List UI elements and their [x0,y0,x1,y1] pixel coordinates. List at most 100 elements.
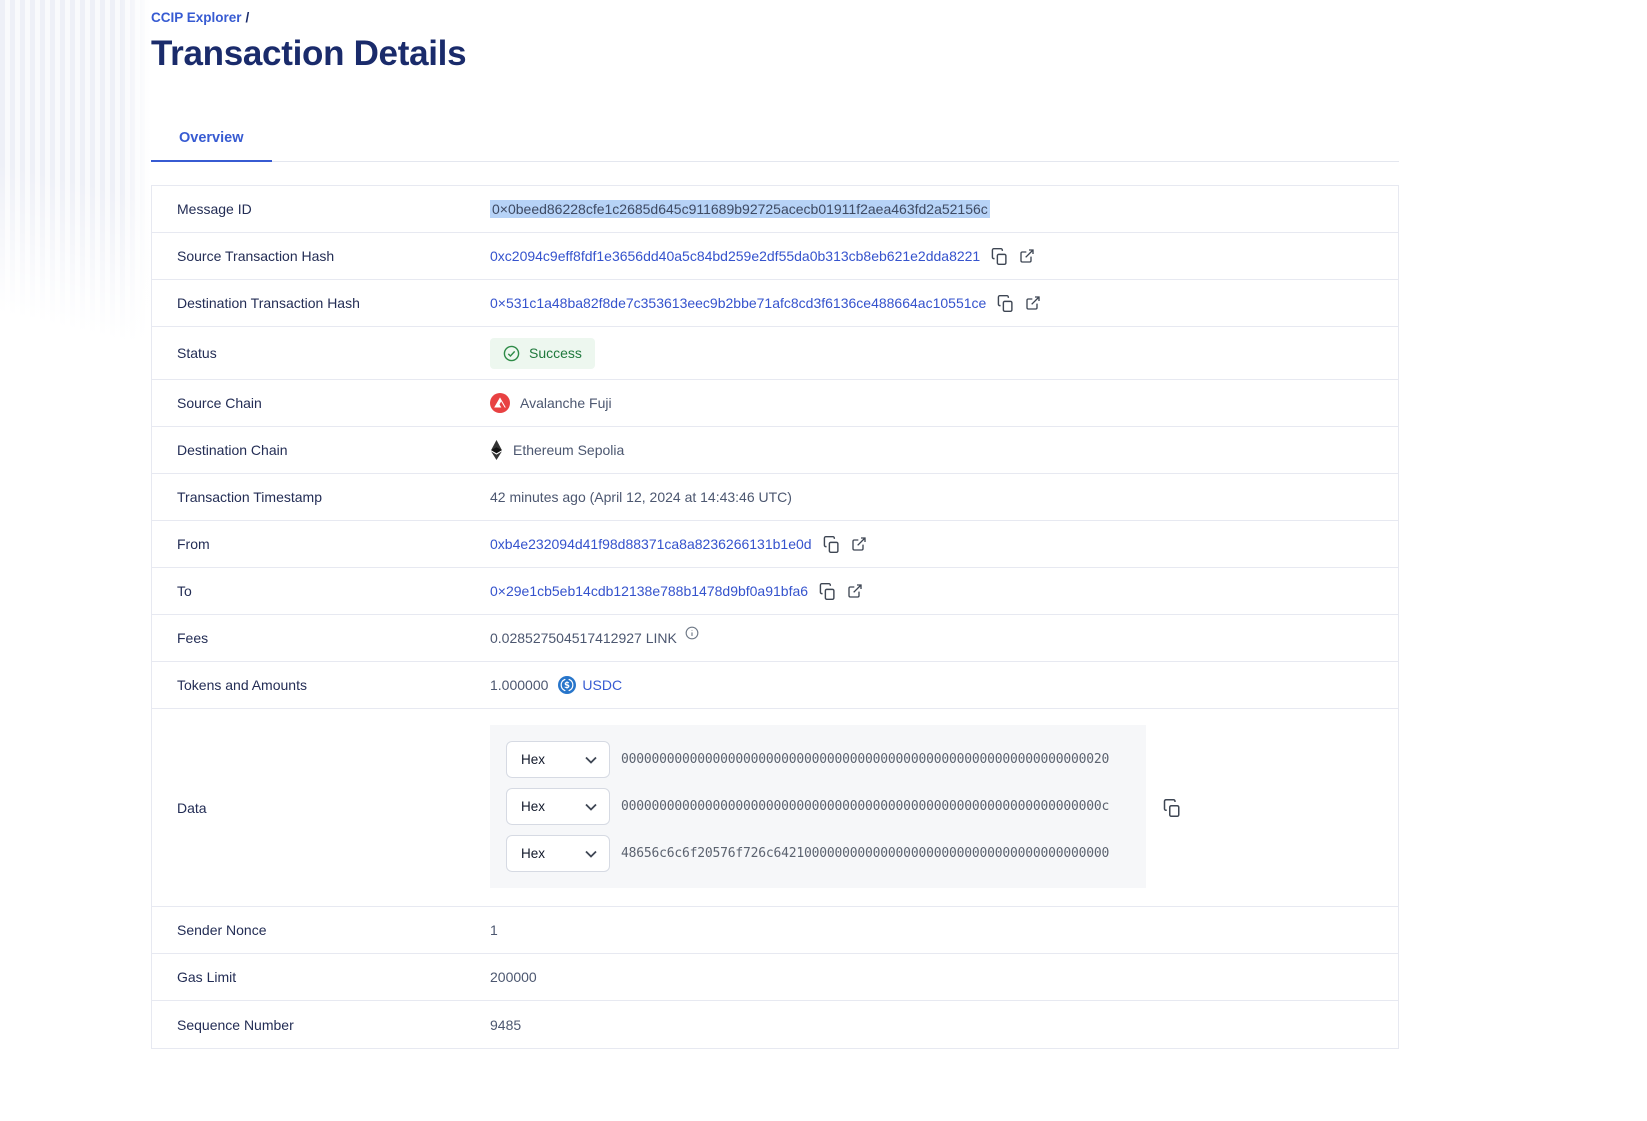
timestamp-value: 42 minutes ago (April 12, 2024 at 14:43:… [490,489,792,505]
row-label: Sequence Number [152,1017,490,1033]
copy-data-button[interactable] [1163,799,1181,817]
row-value: 0×29e1cb5eb14cdb12138e788b1478d9bf0a91bf… [490,583,863,600]
token-symbol: USDC [582,677,622,693]
external-link-button[interactable] [851,536,867,552]
table-row-dest-chain: Destination Chain Ethereum Sepolia [152,427,1398,474]
data-line: Hex 000000000000000000000000000000000000… [506,741,1130,778]
data-format-select[interactable]: Hex [506,835,610,872]
row-value: 0×531c1a48ba82f8de7c353613eec9b2bbe71afc… [490,295,1041,312]
table-row-sender-nonce: Sender Nonce 1 [152,907,1398,954]
table-row-fees: Fees 0.028527504517412927 LINK [152,615,1398,662]
row-label: Source Transaction Hash [152,248,490,264]
external-link-button[interactable] [847,583,863,599]
table-row-gas-limit: Gas Limit 200000 [152,954,1398,1001]
table-row-message-id: Message ID 0×0beed86228cfe1c2685d645c911… [152,186,1398,233]
chevron-down-icon [585,850,597,858]
row-label: Destination Transaction Hash [152,295,490,311]
transaction-detail-table: Message ID 0×0beed86228cfe1c2685d645c911… [151,185,1399,1049]
chevron-down-icon [585,803,597,811]
row-label: Fees [152,630,490,646]
copy-icon [1163,799,1181,817]
data-line: Hex 000000000000000000000000000000000000… [506,788,1130,825]
to-address-link[interactable]: 0×29e1cb5eb14cdb12138e788b1478d9bf0a91bf… [490,583,808,599]
tab-overview[interactable]: Overview [151,118,272,162]
transaction-details-page: CCIP Explorer/ Transaction Details Overv… [151,0,1399,1049]
row-label: Status [152,345,490,361]
data-line: Hex 48656c6c6f20576f726c6421000000000000… [506,835,1130,872]
gas-limit-value: 200000 [490,969,537,985]
row-label: Gas Limit [152,969,490,985]
avalanche-icon [490,393,510,413]
table-row-from: From 0xb4e232094d41f98d88371ca8a82362661… [152,521,1398,568]
data-hex-line: 0000000000000000000000000000000000000000… [621,799,1109,814]
copy-icon [991,248,1008,265]
copy-icon [819,583,836,600]
table-row-timestamp: Transaction Timestamp 42 minutes ago (Ap… [152,474,1398,521]
dest-tx-hash-link[interactable]: 0×531c1a48ba82f8de7c353613eec9b2bbe71afc… [490,295,986,311]
row-label: Sender Nonce [152,922,490,938]
status-badge: Success [490,338,595,369]
token-link[interactable]: $ USDC [558,676,622,694]
row-label: Data [152,800,490,816]
row-label: From [152,536,490,552]
check-circle-icon [503,345,520,362]
table-row-to: To 0×29e1cb5eb14cdb12138e788b1478d9bf0a9… [152,568,1398,615]
row-label: Tokens and Amounts [152,677,490,693]
copy-button[interactable] [991,248,1008,265]
copy-icon [823,536,840,553]
row-value: 0xb4e232094d41f98d88371ca8a8236266131b1e… [490,536,867,553]
source-tx-hash-link[interactable]: 0xc2094c9eff8fdf1e3656dd40a5c84bd259e2df… [490,248,980,264]
breadcrumb: CCIP Explorer/ [151,0,1399,25]
table-row-status: Status Success [152,327,1398,380]
row-value: Hex 000000000000000000000000000000000000… [490,709,1181,906]
data-format-select[interactable]: Hex [506,788,610,825]
table-row-data: Data Hex 0000000000000000000000000000000… [152,709,1398,907]
data-format-select[interactable]: Hex [506,741,610,778]
row-value: Success [490,338,595,369]
data-format-value: Hex [521,752,545,767]
info-icon [685,626,699,643]
dest-chain: Ethereum Sepolia [490,440,624,460]
row-value: Avalanche Fuji [490,393,612,413]
message-id-value: 0×0beed86228cfe1c2685d645c911689b92725ac… [490,200,990,218]
table-row-sequence-number: Sequence Number 9485 [152,1001,1398,1048]
row-value: 0×0beed86228cfe1c2685d645c911689b92725ac… [490,200,990,218]
copy-button[interactable] [819,583,836,600]
sequence-number-value: 9485 [490,1017,521,1033]
row-value: 0xc2094c9eff8fdf1e3656dd40a5c84bd259e2df… [490,248,1035,265]
data-hex-line: 48656c6c6f20576f726c64210000000000000000… [621,846,1109,861]
tab-bar: Overview [151,118,1399,162]
from-address-link[interactable]: 0xb4e232094d41f98d88371ca8a8236266131b1e… [490,536,812,552]
data-format-value: Hex [521,846,545,861]
data-format-value: Hex [521,799,545,814]
source-chain-name: Avalanche Fuji [520,395,612,411]
row-value: Ethereum Sepolia [490,440,624,460]
table-row-dest-tx-hash: Destination Transaction Hash 0×531c1a48b… [152,280,1398,327]
row-label: To [152,583,490,599]
data-hex-panel: Hex 000000000000000000000000000000000000… [490,725,1146,888]
copy-button[interactable] [997,295,1014,312]
external-link-button[interactable] [1019,248,1035,264]
token-amount: 1.000000 [490,677,548,693]
svg-text:$: $ [564,681,570,691]
usdc-icon: $ [558,676,576,694]
source-chain: Avalanche Fuji [490,393,612,413]
fees-value: 0.028527504517412927 LINK [490,630,677,646]
row-label: Transaction Timestamp [152,489,490,505]
status-text: Success [529,345,582,361]
corner-stripes-decoration [0,0,150,400]
table-row-source-chain: Source Chain Avalanche Fuji [152,380,1398,427]
breadcrumb-link-ccip-explorer[interactable]: CCIP Explorer [151,10,242,25]
page-title: Transaction Details [151,34,1399,74]
row-value: 1.000000 $ USDC [490,676,622,694]
copy-icon [997,295,1014,312]
external-link-icon [1019,248,1035,264]
fees-info-button[interactable] [685,626,699,643]
external-link-icon [851,536,867,552]
ethereum-icon [490,440,503,460]
table-row-source-tx-hash: Source Transaction Hash 0xc2094c9eff8fdf… [152,233,1398,280]
external-link-button[interactable] [1025,295,1041,311]
dest-chain-name: Ethereum Sepolia [513,442,624,458]
copy-button[interactable] [823,536,840,553]
sender-nonce-value: 1 [490,922,498,938]
